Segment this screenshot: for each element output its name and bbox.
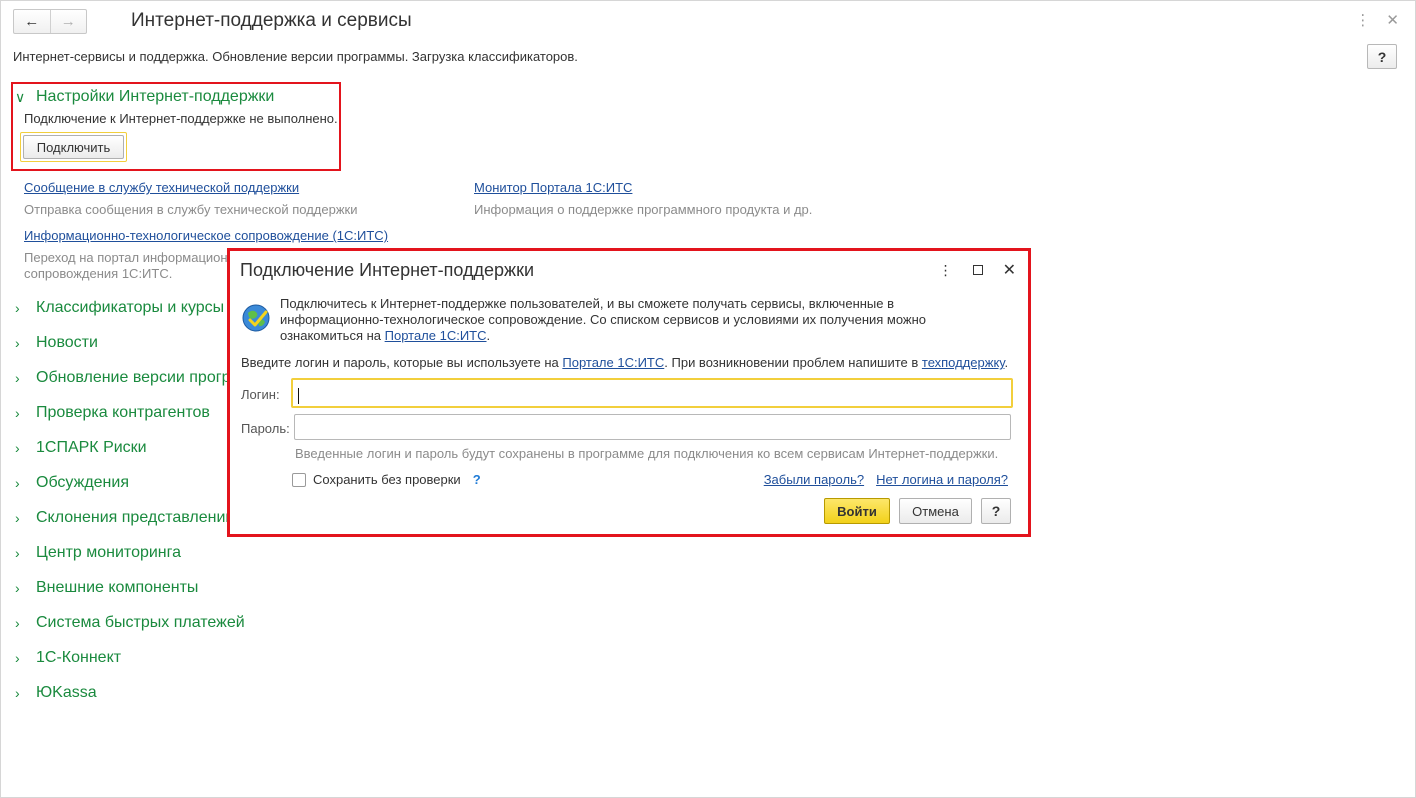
section-label: ЮKassa [36, 684, 97, 701]
section-settings-header[interactable]: ∨ Настройки Интернет-поддержки [15, 88, 274, 106]
credentials-note: Введенные логин и пароль будут сохранены… [295, 446, 999, 461]
section-monitoring[interactable]: › Центр мониторинга [15, 544, 181, 562]
link-its-monitor[interactable]: Монитор Портала 1С:ИТС [474, 180, 632, 195]
forgot-password-link[interactable]: Забыли пароль? [764, 472, 864, 487]
chevron-right-icon: › [15, 580, 20, 596]
dialog-help-button[interactable]: ? [981, 498, 1011, 524]
close-icon[interactable]: ✕ [1386, 11, 1399, 29]
chevron-right-icon: › [15, 335, 20, 351]
section-label: Система быстрых платежей [36, 614, 245, 631]
password-field[interactable] [294, 414, 1011, 440]
kebab-menu-icon[interactable]: ⋮ [939, 262, 953, 279]
info-line2: информационно-технологическое сопровожде… [280, 312, 927, 327]
info-end: . [486, 328, 491, 343]
no-login-link[interactable]: Нет логина и пароля? [876, 472, 1008, 487]
dialog-controls: ⋮ ✕ [939, 260, 1016, 280]
save-help-icon[interactable]: ? [473, 472, 481, 487]
dialog-info-text: Подключитесь к Интернет-поддержке пользо… [280, 296, 980, 344]
forward-button[interactable]: → [49, 10, 87, 33]
link-its[interactable]: Информационно-технологическое сопровожде… [24, 228, 388, 243]
text-cursor [298, 388, 299, 404]
chevron-right-icon: › [15, 370, 20, 386]
section-label: Внешние компоненты [36, 579, 199, 596]
save-without-check-row: Сохранить без проверки ? [292, 472, 481, 487]
section-yookassa[interactable]: › ЮKassa [15, 684, 97, 702]
page-title: Интернет-поддержка и сервисы [131, 10, 412, 31]
window-controls: ⋮ ✕ [1355, 11, 1399, 29]
section-external-components[interactable]: › Внешние компоненты [15, 579, 198, 597]
navigation-buttons: ← → [13, 9, 87, 34]
chevron-right-icon: › [15, 685, 20, 701]
chevron-right-icon: › [15, 475, 20, 491]
globe-icon [242, 304, 270, 332]
page-subtitle: Интернет-сервисы и поддержка. Обновление… [13, 49, 578, 64]
chevron-right-icon: › [15, 510, 20, 526]
login-field[interactable] [291, 378, 1013, 408]
chevron-right-icon: › [15, 440, 20, 456]
section-label: Проверка контрагентов [36, 404, 210, 421]
hint-text2: . При возникновении проблем напишите в [664, 355, 922, 370]
section-counterparty-check[interactable]: › Проверка контрагентов [15, 404, 210, 422]
arrow-right-icon: → [60, 13, 76, 30]
login-label: Логин: [241, 387, 280, 402]
kebab-menu-icon[interactable]: ⋮ [1355, 11, 1370, 29]
link-its-description-line2: сопровождения 1С:ИТС. [24, 266, 173, 281]
password-label: Пароль: [241, 421, 290, 436]
chevron-right-icon: › [15, 545, 20, 561]
dialog-hint: Введите логин и пароль, которые вы испол… [241, 355, 1008, 370]
arrow-left-icon: ← [24, 13, 40, 30]
chevron-right-icon: › [15, 405, 20, 421]
section-settings-label: Настройки Интернет-поддержки [36, 88, 275, 105]
section-label: 1СПАРК Риски [36, 439, 147, 456]
cancel-button[interactable]: Отмена [899, 498, 972, 524]
help-button[interactable]: ? [1367, 44, 1397, 69]
connection-status: Подключение к Интернет-поддержке не выпо… [24, 111, 338, 126]
link-its-monitor-description: Информация о поддержке программного прод… [474, 202, 813, 217]
connect-dialog: Подключение Интернет-поддержки ⋮ ✕ Подкл… [227, 248, 1031, 537]
link-support-message[interactable]: Сообщение в службу технической поддержки [24, 180, 299, 195]
section-label: 1С-Коннект [36, 649, 122, 666]
chevron-right-icon: › [15, 300, 20, 316]
section-spark[interactable]: › 1СПАРК Риски [15, 439, 147, 457]
hint-end: . [1004, 355, 1009, 370]
section-label: Новости [36, 334, 98, 351]
link-support-message-description: Отправка сообщения в службу технической … [24, 202, 358, 217]
dialog-links: Забыли пароль? Нет логина и пароля? [764, 472, 1008, 487]
chevron-right-icon: › [15, 650, 20, 666]
portal-link[interactable]: Портале 1С:ИТС [385, 328, 487, 343]
section-fast-payments[interactable]: › Система быстрых платежей [15, 614, 245, 632]
chevron-right-icon: › [15, 615, 20, 631]
section-label: Обсуждения [36, 474, 129, 491]
main-window: ← → Интернет-поддержка и сервисы ⋮ ✕ Инт… [0, 0, 1416, 798]
back-button[interactable]: ← [14, 10, 50, 33]
section-1c-connect[interactable]: › 1С-Коннект [15, 649, 121, 667]
info-line1: Подключитесь к Интернет-поддержке пользо… [280, 296, 895, 311]
hint-text1: Введите логин и пароль, которые вы испол… [241, 355, 563, 370]
login-button[interactable]: Войти [824, 498, 890, 524]
connect-button[interactable]: Подключить [23, 135, 124, 159]
chevron-down-icon: ∨ [15, 88, 26, 105]
section-label: Центр мониторинга [36, 544, 182, 561]
close-icon[interactable]: ✕ [1003, 260, 1016, 280]
support-link[interactable]: техподдержку [922, 355, 1005, 370]
dialog-title: Подключение Интернет-поддержки [240, 260, 535, 280]
save-without-check-label[interactable]: Сохранить без проверки [313, 472, 461, 487]
section-discussions[interactable]: › Обсуждения [15, 474, 129, 492]
hint-portal-link[interactable]: Портале 1С:ИТС [562, 355, 664, 370]
section-news[interactable]: › Новости [15, 334, 98, 352]
save-without-check-checkbox[interactable] [292, 472, 306, 487]
info-line3: ознакомиться на [280, 328, 385, 343]
maximize-icon[interactable] [972, 265, 983, 275]
